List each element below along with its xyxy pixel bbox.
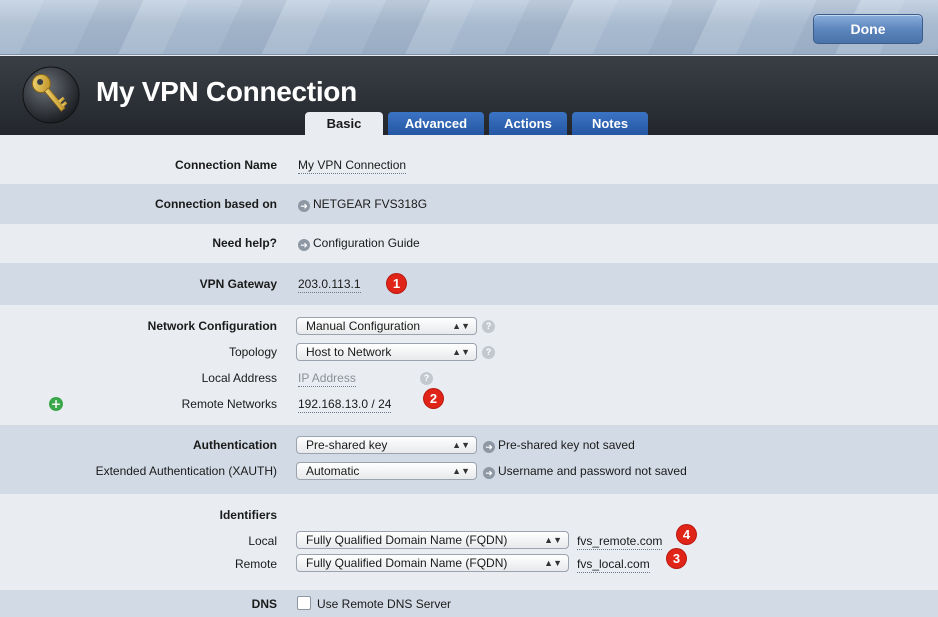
chevron-updown-icon: ▲▼ <box>544 535 562 545</box>
row-dns: DNS Use Remote DNS Server <box>0 590 938 617</box>
local-address-field[interactable]: IP Address <box>298 371 356 387</box>
authentication-select[interactable]: Pre-shared key ▲▼ <box>296 436 477 454</box>
local-identifier-field[interactable]: fvs_remote.com <box>577 534 663 550</box>
tab-advanced[interactable]: Advanced <box>388 112 484 135</box>
chevron-updown-icon: ▲▼ <box>452 466 470 476</box>
help-icon[interactable]: ? <box>482 346 495 359</box>
remote-networks-label: Remote Networks <box>181 397 277 411</box>
need-help-label: Need help? <box>212 236 277 250</box>
network-configuration-value: Manual Configuration <box>306 319 421 333</box>
network-configuration-select[interactable]: Manual Configuration ▲▼ <box>296 317 477 335</box>
authentication-value: Pre-shared key <box>306 438 388 452</box>
callout-badge-4: 4 <box>677 525 696 544</box>
arrow-right-icon: ➜ <box>483 441 495 453</box>
local-identifier-type-value: Fully Qualified Domain Name (FQDN) <box>306 533 508 547</box>
help-icon[interactable]: ? <box>482 320 495 333</box>
tab-basic[interactable]: Basic <box>305 112 383 136</box>
remote-networks-field[interactable]: 192.168.13.0 / 24 <box>298 397 392 413</box>
row-need-help: Need help? ➜ Configuration Guide <box>0 224 938 263</box>
help-icon[interactable]: ? <box>420 372 433 385</box>
row-connection-name: Connection Name My VPN Connection <box>0 146 938 184</box>
preshared-key-status-link[interactable]: ➜ Pre-shared key not saved <box>483 438 635 453</box>
identifiers-section: Identifiers Local Fully Qualified Domain… <box>0 494 938 590</box>
callout-badge-3: 3 <box>667 549 686 568</box>
local-identifier-label: Local <box>248 534 277 548</box>
arrow-right-icon: ➜ <box>298 239 310 251</box>
chevron-updown-icon: ▲▼ <box>544 558 562 568</box>
xauth-label: Extended Authentication (XAUTH) <box>95 464 277 478</box>
callout-badge-1: 1 <box>387 274 406 293</box>
xauth-value: Automatic <box>306 464 360 478</box>
xauth-status-link[interactable]: ➜ Username and password not saved <box>483 464 687 479</box>
network-configuration-section: Network Configuration Manual Configurati… <box>0 305 938 425</box>
local-identifier-type-select[interactable]: Fully Qualified Domain Name (FQDN) ▲▼ <box>296 531 569 549</box>
remote-identifier-type-value: Fully Qualified Domain Name (FQDN) <box>306 556 508 570</box>
xauth-select[interactable]: Automatic ▲▼ <box>296 462 477 480</box>
arrow-right-icon: ➜ <box>483 467 495 479</box>
configuration-guide-link[interactable]: ➜ Configuration Guide <box>298 236 420 251</box>
chevron-updown-icon: ▲▼ <box>452 347 470 357</box>
row-vpn-gateway: VPN Gateway 203.0.113.1 1 <box>0 263 938 305</box>
use-remote-dns-checkbox[interactable] <box>297 596 311 610</box>
done-button[interactable]: Done <box>813 14 923 44</box>
remote-identifier-type-select[interactable]: Fully Qualified Domain Name (FQDN) ▲▼ <box>296 554 569 572</box>
callout-badge-2: 2 <box>424 389 443 408</box>
add-remote-network-icon[interactable]: + <box>49 397 63 411</box>
chevron-updown-icon: ▲▼ <box>452 321 470 331</box>
network-configuration-label: Network Configuration <box>147 319 277 333</box>
vpn-gateway-label: VPN Gateway <box>199 277 277 291</box>
topology-label: Topology <box>228 345 277 359</box>
key-icon <box>22 66 80 124</box>
vpn-gateway-field[interactable]: 203.0.113.1 <box>298 277 361 293</box>
authentication-label: Authentication <box>193 438 277 452</box>
based-on-value: NETGEAR FVS318G <box>313 197 428 211</box>
remote-identifier-label: Remote <box>234 557 277 571</box>
preshared-key-status: Pre-shared key not saved <box>498 438 635 452</box>
configuration-guide-label: Configuration Guide <box>313 236 420 250</box>
topology-value: Host to Network <box>306 345 392 359</box>
authentication-section: Authentication Pre-shared key ▲▼ ➜ Pre-sha… <box>0 425 938 494</box>
toolbar-background <box>0 0 938 54</box>
dns-label: DNS <box>251 597 277 611</box>
page-title: My VPN Connection <box>96 76 357 107</box>
based-on-link[interactable]: ➜ NETGEAR FVS318G <box>298 197 427 212</box>
topology-select[interactable]: Host to Network ▲▼ <box>296 343 477 361</box>
arrow-right-icon: ➜ <box>298 200 310 212</box>
tab-actions[interactable]: Actions <box>489 112 567 135</box>
connection-name-label: Connection Name <box>174 158 277 172</box>
connection-name-field[interactable]: My VPN Connection <box>298 158 407 174</box>
chevron-updown-icon: ▲▼ <box>452 440 470 450</box>
tab-notes[interactable]: Notes <box>572 112 648 135</box>
xauth-status: Username and password not saved <box>498 464 687 478</box>
row-based-on: Connection based on ➜ NETGEAR FVS318G <box>0 184 938 224</box>
use-remote-dns-label[interactable]: Use Remote DNS Server <box>317 597 451 611</box>
toolbar: Done <box>0 0 938 55</box>
local-address-label: Local Address <box>201 371 277 385</box>
identifiers-label: Identifiers <box>219 508 277 522</box>
based-on-label: Connection based on <box>154 197 277 211</box>
remote-identifier-field[interactable]: fvs_local.com <box>577 557 650 573</box>
